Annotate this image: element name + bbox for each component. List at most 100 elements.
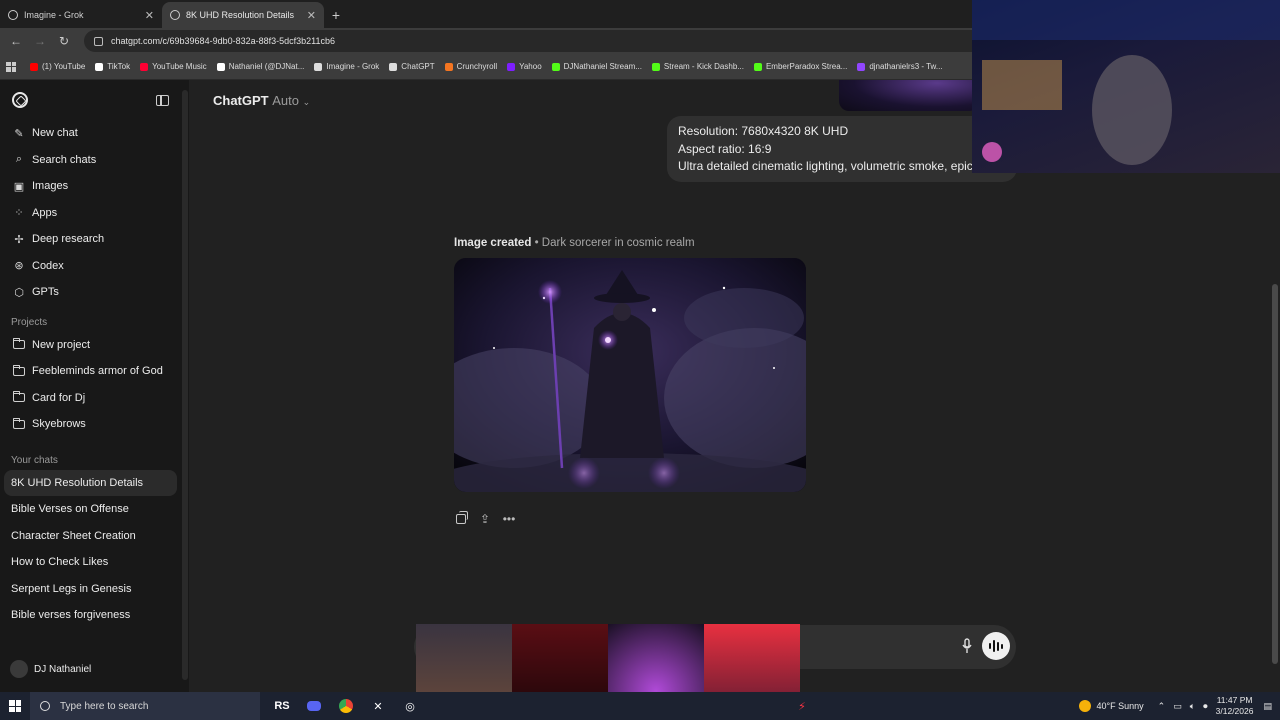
voice-mode-button[interactable] xyxy=(982,632,1010,660)
chrome-icon[interactable] xyxy=(330,692,362,720)
app-icon[interactable]: ✕ xyxy=(362,692,394,720)
forward-arrow-icon[interactable]: → xyxy=(28,34,52,48)
chat-history-item[interactable]: Serpent Legs in Genesis xyxy=(0,576,189,603)
sidebar-scrollbar[interactable] xyxy=(182,90,188,680)
copy-icon[interactable] xyxy=(454,511,468,526)
codex-icon: ⊛ xyxy=(14,260,24,273)
chatgpt-favicon-icon xyxy=(170,10,180,20)
bookmark-favicon-icon xyxy=(444,62,453,71)
sidebar-item-deep-research[interactable]: ✢ Deep research xyxy=(0,226,189,253)
bookmark[interactable]: DJNathaniel Stream... xyxy=(551,62,642,71)
volume-icon[interactable]: 🔈︎ xyxy=(1190,701,1195,712)
discord-icon[interactable] xyxy=(298,692,330,720)
bookmark-favicon-icon xyxy=(314,62,323,71)
close-tab-icon[interactable]: ✕ xyxy=(307,9,316,22)
bookmark-label: YouTube Music xyxy=(152,62,207,71)
network-icon[interactable]: ▭ xyxy=(1173,701,1182,712)
bookmark[interactable]: Crunchyroll xyxy=(444,62,497,71)
browser-tab-active[interactable]: 8K UHD Resolution Details ✕ xyxy=(162,2,324,28)
bookmark-favicon-icon xyxy=(389,62,398,71)
user-name: DJ Nathaniel xyxy=(34,663,92,675)
windows-taskbar: Type here to search RS ✕ ◎ ⚡ 40°F Sunny … xyxy=(0,692,1280,720)
user-menu[interactable]: DJ Nathaniel xyxy=(10,660,91,678)
sidebar-item-new-chat[interactable]: ✎ New chat xyxy=(0,120,189,147)
back-arrow-icon[interactable]: ← xyxy=(4,34,28,48)
bookmark-label: ChatGPT xyxy=(401,62,435,71)
sidebar-item-codex[interactable]: ⊛ Codex xyxy=(0,253,189,280)
bookmark[interactable]: Imagine - Grok xyxy=(314,62,379,71)
app-icon[interactable]: ⚡ xyxy=(786,692,818,720)
bookmark[interactable]: EmberParadox Strea... xyxy=(753,62,847,71)
bookmark-label: Stream - Kick Dashb... xyxy=(663,62,744,71)
chat-history-item[interactable]: Bible verses forgiveness xyxy=(0,602,189,629)
bookmark[interactable]: Yahoo xyxy=(507,62,542,71)
browser-tab[interactable]: Imagine - Grok ✕ xyxy=(0,2,162,28)
bookmark[interactable]: djnathanielrs3 - Tw... xyxy=(857,62,943,71)
new-tab-button[interactable]: + xyxy=(324,2,348,28)
start-button[interactable] xyxy=(0,692,30,720)
project-item[interactable]: Card for Dj xyxy=(0,385,189,412)
model-mode: Auto xyxy=(272,93,299,108)
runescape-icon[interactable]: RS xyxy=(266,692,298,720)
projects-heading: Projects xyxy=(11,316,48,328)
bookmark[interactable]: TikTok xyxy=(95,62,130,71)
chevron-up-icon[interactable]: ⌃ xyxy=(1158,701,1166,712)
image-caption: Image created • Dark sorcerer in cosmic … xyxy=(454,237,695,249)
more-options-icon[interactable]: ••• xyxy=(502,512,516,526)
apps-grid-icon[interactable] xyxy=(6,61,16,72)
bookmark[interactable]: (1) YouTube xyxy=(30,62,85,71)
sidebar-item-search-chats[interactable]: ⌕ Search chats xyxy=(0,147,189,174)
chat-history-item[interactable]: How to Check Likes xyxy=(0,549,189,576)
sidebar-item-images[interactable]: ▣ Images xyxy=(0,173,189,200)
site-info-icon[interactable] xyxy=(94,36,103,46)
bookmark[interactable]: YouTube Music xyxy=(140,62,207,71)
bookmark[interactable]: Nathaniel (@DJNat... xyxy=(216,62,304,71)
message-line: Resolution: 7680x4320 8K UHD xyxy=(678,124,849,138)
project-label: Skyebrows xyxy=(32,418,86,431)
bookmark-favicon-icon xyxy=(651,62,660,71)
date: 3/12/2026 xyxy=(1215,706,1254,716)
reload-icon[interactable]: ↻ xyxy=(52,34,76,48)
taskbar-search[interactable]: Type here to search xyxy=(30,692,260,720)
project-item[interactable]: Skyebrows xyxy=(0,411,189,438)
project-item[interactable]: Feebleminds armor of God xyxy=(0,358,189,385)
bookmark[interactable]: Stream - Kick Dashb... xyxy=(651,62,744,71)
bookmark-label: DJNathaniel Stream... xyxy=(563,62,642,71)
bookmark[interactable]: ChatGPT xyxy=(389,62,435,71)
close-tab-icon[interactable]: ✕ xyxy=(145,9,154,22)
sidebar-item-apps[interactable]: ⁘ Apps xyxy=(0,200,189,227)
microphone-icon[interactable] xyxy=(962,638,972,654)
project-item[interactable]: New project xyxy=(0,332,189,359)
weather-sun-icon[interactable] xyxy=(1078,700,1091,712)
url-text: chatgpt.com/c/69b39684-9db0-832a-88f3-5d… xyxy=(111,36,335,46)
new-folder-icon xyxy=(12,338,26,352)
previous-image[interactable] xyxy=(839,80,979,111)
openai-logo-icon[interactable] xyxy=(12,92,28,108)
message-line: Aspect ratio: 16:9 xyxy=(678,141,772,156)
chat-history-item[interactable]: Bible Verses on Offense xyxy=(0,496,189,523)
main-scrollbar[interactable] xyxy=(1272,284,1278,664)
tab-title: Imagine - Grok xyxy=(24,10,84,20)
model-selector[interactable]: ChatGPT Auto ⌄ xyxy=(213,93,310,108)
folder-icon xyxy=(12,364,26,378)
chat-history-item[interactable]: Character Sheet Creation xyxy=(0,523,189,550)
project-label: Card for Dj xyxy=(32,391,86,404)
chat-history-item[interactable]: 8K UHD Resolution Details xyxy=(4,469,177,496)
share-icon[interactable]: ⇪ xyxy=(478,512,492,526)
search-icon: ⌕ xyxy=(15,153,23,166)
bookmark-favicon-icon xyxy=(95,62,104,71)
generated-image[interactable] xyxy=(454,258,806,492)
microphone-tray-icon[interactable]: ⏺︎ xyxy=(1203,701,1208,712)
sidebar-item-gpts[interactable]: ⬡ GPTs xyxy=(0,279,189,306)
obs-icon[interactable]: ◎ xyxy=(394,692,426,720)
webcam-overlay xyxy=(972,0,1280,173)
address-bar[interactable]: chatgpt.com/c/69b39684-9db0-832a-88f3-5d… xyxy=(84,30,1044,52)
clock[interactable]: 11:47 PM 3/12/2026 xyxy=(1216,695,1254,717)
sidebar: ✎ New chat ⌕ Search chats ▣ Images ⁘ Apps ✢ Deep … xyxy=(0,80,189,692)
close-sidebar-icon[interactable] xyxy=(156,94,169,106)
research-icon: ✢ xyxy=(14,233,24,246)
sidebar-item-label: Deep research xyxy=(32,233,105,246)
edit-icon: ✎ xyxy=(14,127,24,140)
weather-text[interactable]: 40°F Sunny xyxy=(1097,701,1144,711)
notifications-icon[interactable]: ▤ xyxy=(1263,701,1272,712)
